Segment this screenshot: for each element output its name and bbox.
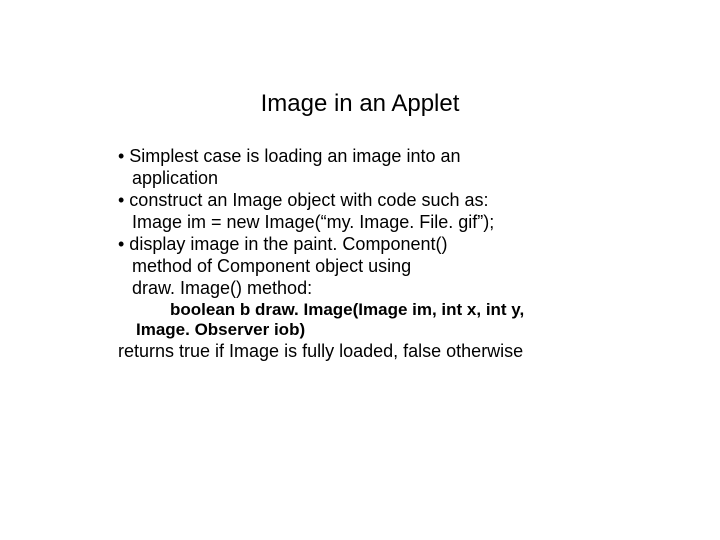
bullet-3: • display image in the paint. Component(… [118, 234, 618, 256]
bullet-1: • Simplest case is loading an image into… [118, 146, 618, 168]
bullet-2-cont: Image im = new Image(“my. Image. File. g… [118, 212, 618, 234]
bullet-2: • construct an Image object with code su… [118, 190, 618, 212]
final-line: returns true if Image is fully loaded, f… [118, 341, 618, 363]
code-line-2: Image. Observer iob) [118, 320, 618, 341]
bullet-1-cont: application [118, 168, 618, 190]
bullet-3-cont-1: method of Component object using [118, 256, 618, 278]
slide-title: Image in an Applet [0, 90, 720, 118]
slide-body: • Simplest case is loading an image into… [118, 146, 618, 363]
code-line-1: boolean b draw. Image(Image im, int x, i… [118, 300, 618, 321]
bullet-3-cont-2: draw. Image() method: [118, 278, 618, 300]
slide: Image in an Applet • Simplest case is lo… [0, 0, 720, 540]
